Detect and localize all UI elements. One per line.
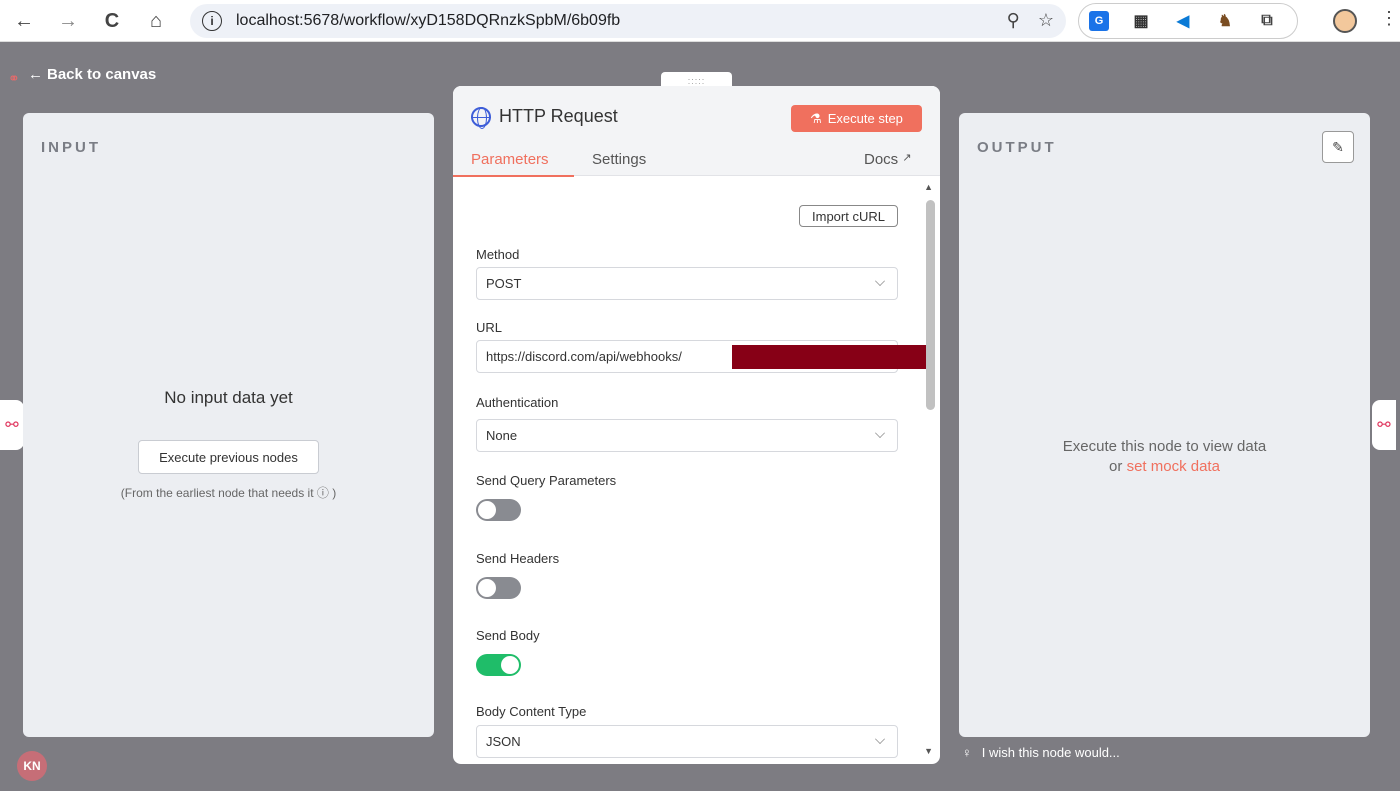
external-link-icon: ↗ [902,152,912,164]
back-arrow-icon: ← [28,66,43,83]
browser-menu-icon[interactable]: ⋮ [1380,8,1398,29]
tab-parameters[interactable]: Parameters [471,151,549,168]
node-parameters-panel: HTTP Request ⚗ Execute step Parameters S… [453,86,940,764]
node-title: HTTP Request [471,106,618,129]
url-text[interactable]: localhost:5678/workflow/xyD158DQRnzkSpbM… [236,12,620,30]
redacted-block [732,345,926,369]
reload-icon[interactable]: C [94,3,130,39]
back-to-canvas-link[interactable]: ← Back to canvas [28,66,156,83]
pencil-icon: ✎ [1332,138,1344,155]
method-select[interactable]: POST [476,267,898,300]
toggle-knob [478,501,496,519]
send-body-label: Send Body [476,628,540,643]
output-panel: OUTPUT ✎ Execute this node to view data … [959,113,1370,737]
authentication-label: Authentication [476,395,559,410]
extensions-group: G ▦ ◀ ♞ ⧉ [1078,3,1298,39]
home-icon[interactable]: ⌂ [138,3,174,39]
url-label: URL [476,320,503,335]
authentication-value: None [486,428,518,443]
chevron-down-icon [875,428,885,438]
bookmark-star-icon[interactable]: ☆ [1038,10,1054,31]
toggle-knob [478,579,496,597]
set-mock-data-link[interactable]: set mock data [1127,458,1220,475]
import-curl-button[interactable]: Import cURL [799,205,898,227]
body-content-type-label: Body Content Type [476,704,587,719]
send-headers-label: Send Headers [476,551,560,566]
chevron-down-icon [875,276,885,286]
chevron-down-icon [875,734,885,744]
output-or-text: or [1109,458,1127,475]
tab-settings[interactable]: Settings [592,151,646,168]
content-type-value: JSON [486,734,521,749]
tab-docs[interactable]: Docs ↗ [864,151,912,168]
globe-icon [471,106,491,129]
toggle-knob [501,656,519,674]
docs-label: Docs [864,151,899,168]
n8n-logo-icon: ⚭ [8,70,20,86]
output-message-line: Execute this node to view data [1062,438,1267,455]
edit-output-button[interactable]: ✎ [1322,131,1354,163]
execute-previous-hint: (From the earliest node that needs it ⓘ … [120,486,337,500]
send-query-toggle[interactable] [476,499,521,521]
scroll-up-arrow-icon[interactable]: ▲ [924,182,933,192]
scroll-down-arrow-icon[interactable]: ▼ [924,746,933,756]
send-query-label: Send Query Parameters [476,473,617,488]
feedback-prompt[interactable]: ♀ I wish this node would... [962,745,1120,760]
output-empty-message: Execute this node to view data or set mo… [959,437,1370,477]
send-headers-toggle[interactable] [476,577,521,599]
no-input-message: No input data yet [164,388,293,407]
authentication-select[interactable]: None [476,419,898,452]
execute-previous-nodes-button[interactable]: Execute previous nodes [138,440,319,474]
forward-arrow-icon[interactable]: → [50,3,86,39]
user-avatar[interactable]: KN [17,751,47,781]
scrollbar-thumb[interactable] [926,200,935,410]
output-panel-title: OUTPUT [977,139,1057,156]
browser-toolbar: ← → C ⌂ i localhost:5678/workflow/xyD158… [0,0,1400,42]
left-node-connector-icon[interactable]: ⚯ [0,400,24,450]
vscode-extension-icon[interactable]: ◀ [1173,11,1193,31]
back-to-canvas-label: Back to canvas [47,66,157,83]
input-panel: INPUT No input data yet Execute previous… [23,113,434,737]
execute-step-button[interactable]: ⚗ Execute step [791,105,922,132]
flask-icon: ⚗ [810,110,822,126]
right-node-connector-icon[interactable]: ⚯ [1372,400,1396,450]
zoom-icon[interactable]: ⚲ [1007,10,1020,31]
qr-extension-icon[interactable]: ▦ [1131,11,1151,31]
puzzle-extensions-icon[interactable]: ⧉ [1257,11,1277,31]
animal-extension-icon[interactable]: ♞ [1215,11,1235,31]
url-value: https://discord.com/api/webhooks/ [486,349,682,364]
execute-step-label: Execute step [827,111,903,126]
feedback-text: I wish this node would... [981,745,1120,760]
back-arrow-icon[interactable]: ← [6,3,42,39]
node-title-text[interactable]: HTTP Request [499,106,618,127]
input-panel-title: INPUT [41,139,101,156]
address-bar[interactable]: i localhost:5678/workflow/xyD158DQRnzkSp… [190,4,1066,38]
translate-extension-icon[interactable]: G [1089,11,1109,31]
profile-avatar[interactable] [1333,9,1357,33]
method-label: Method [476,247,520,262]
url-input[interactable]: https://discord.com/api/webhooks/ [476,340,926,373]
lightbulb-icon: ♀ [962,745,972,760]
body-content-type-select[interactable]: JSON [476,725,898,758]
node-header: HTTP Request ⚗ Execute step Parameters S… [453,86,940,177]
method-value: POST [486,276,522,291]
send-body-toggle[interactable] [476,654,521,676]
site-info-icon[interactable]: i [202,11,222,31]
active-tab-underline [453,175,574,177]
